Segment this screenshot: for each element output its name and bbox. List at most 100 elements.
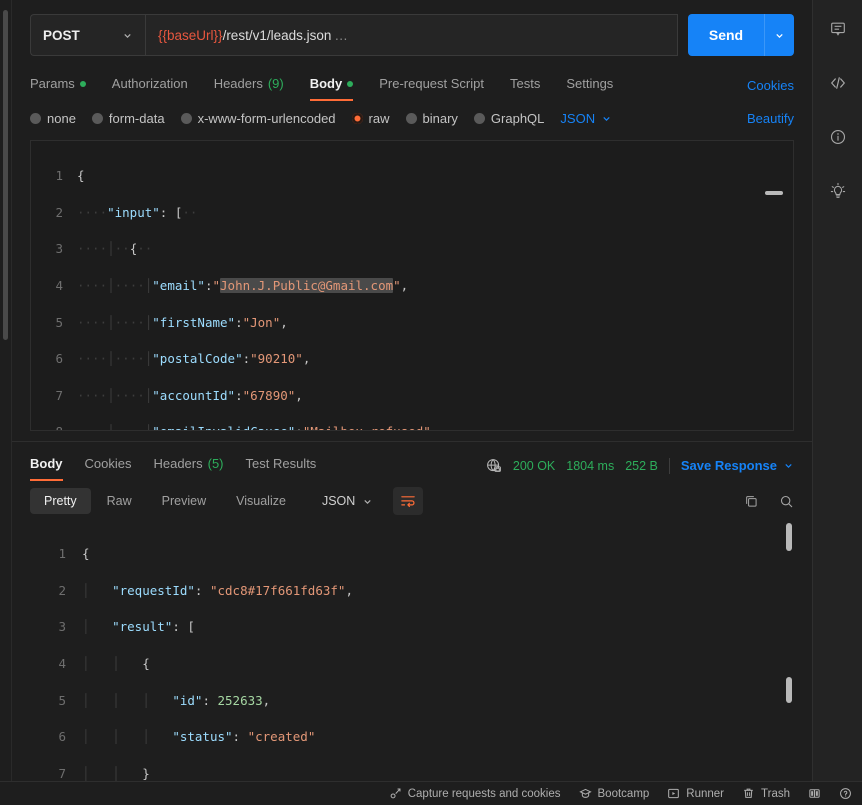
code-icon[interactable]: [821, 66, 855, 100]
app-shell: POST {{baseUrl}}/rest/v1/leads.json… Sen…: [0, 0, 862, 781]
layout-toggle-button[interactable]: [808, 787, 821, 800]
status-bar: Capture requests and cookies Bootcamp Ru…: [0, 781, 862, 805]
body-type-urlencoded[interactable]: x-www-form-urlencoded: [180, 111, 336, 126]
response-body-viewer[interactable]: 1{ 2 │ "requestId": "cdc8#17f661fd63f", 3…: [30, 519, 794, 781]
body-type-label: raw: [368, 111, 390, 126]
line-number: 4: [58, 656, 66, 672]
url-variable: {{baseUrl}}: [158, 27, 223, 43]
url-input[interactable]: {{baseUrl}}/rest/v1/leads.json…: [145, 14, 678, 56]
save-response-label: Save Response: [680, 458, 777, 473]
body-type-raw[interactable]: raw: [351, 111, 390, 126]
help-button[interactable]: [839, 787, 852, 800]
tab-label: Cookies: [84, 456, 132, 471]
runner-icon: [667, 787, 680, 800]
http-method-selector[interactable]: POST: [30, 14, 145, 56]
request-response-pane: POST {{baseUrl}}/rest/v1/leads.json… Sen…: [12, 0, 812, 781]
satellite-icon: [389, 787, 402, 800]
line-number: 1: [58, 546, 66, 562]
response-tab-body[interactable]: Body: [30, 450, 63, 481]
search-icon[interactable]: [779, 494, 794, 509]
headers-count: (9): [267, 76, 284, 91]
response-status: 200 OK: [512, 458, 556, 473]
tab-label: Settings: [566, 76, 614, 91]
line-number: 4: [55, 278, 63, 294]
params-indicator-dot: [79, 80, 86, 87]
body-type-label: form-data: [108, 111, 165, 126]
request-code[interactable]: 1{ 2 ····"input": [·· 3 ····│··{·· 4 ····│·…: [31, 141, 793, 430]
radio-icon: [30, 113, 41, 124]
line-number: 8: [31, 423, 77, 430]
response-tabs: Body Cookies Headers (5) Test Results 20…: [12, 442, 812, 481]
view-mode-visualize[interactable]: Visualize: [222, 488, 300, 514]
response-scrollbar-thumb-bottom[interactable]: [786, 677, 792, 703]
comment-icon[interactable]: [821, 12, 855, 46]
trash-label: Trash: [761, 787, 790, 800]
line-number: 7: [58, 765, 66, 781]
url-ellipsis: …: [334, 27, 348, 43]
save-response-button[interactable]: Save Response: [681, 458, 794, 473]
response-toolbar: Pretty Raw Preview Visualize JSON: [12, 481, 812, 519]
response-tab-cookies[interactable]: Cookies: [85, 450, 132, 481]
tab-label: Headers: [153, 456, 203, 471]
tab-label: Authorization: [111, 76, 188, 91]
body-indicator-dot: [347, 80, 354, 87]
body-format-selector[interactable]: JSON: [560, 111, 612, 126]
response-scrollbar-thumb-top[interactable]: [786, 523, 792, 551]
line-number: 3: [55, 241, 63, 257]
body-type-none[interactable]: none: [30, 111, 76, 126]
cookies-link[interactable]: Cookies: [747, 78, 794, 93]
bootcamp-icon: [578, 787, 592, 800]
tab-pre-request-script[interactable]: Pre-request Script: [379, 70, 484, 101]
tab-headers[interactable]: Headers (9): [214, 70, 284, 101]
line-number: 5: [58, 692, 66, 708]
word-wrap-toggle[interactable]: [393, 487, 424, 515]
copy-icon[interactable]: [744, 494, 759, 509]
request-tabs: Params Authorization Headers (9) Body Pr…: [12, 64, 812, 101]
body-type-form-data[interactable]: form-data: [91, 111, 165, 126]
trash-button[interactable]: Trash: [742, 787, 790, 800]
line-number: 1: [55, 168, 63, 184]
code-line: 3 ····│··{··: [31, 240, 793, 258]
radio-icon: [473, 113, 485, 124]
beautify-button[interactable]: Beautify: [747, 111, 794, 126]
request-body-editor[interactable]: 1{ 2 ····"input": [·· 3 ····│··{·· 4 ····│·…: [30, 140, 794, 431]
tab-label: Pre-request Script: [379, 76, 484, 91]
runner-button[interactable]: Runner: [667, 787, 724, 800]
view-mode-raw[interactable]: Raw: [93, 488, 146, 514]
bootcamp-label: Bootcamp: [597, 787, 650, 800]
response-tool-actions: [744, 494, 794, 509]
radio-icon: [180, 113, 192, 124]
view-mode-preview[interactable]: Preview: [148, 488, 220, 514]
tab-label: Params: [30, 76, 75, 91]
response-time: 1804 ms: [566, 458, 615, 473]
response-format-selector[interactable]: JSON: [312, 488, 383, 514]
body-type-label: x-www-form-urlencoded: [197, 111, 336, 126]
body-type-graphql[interactable]: GraphQL: [473, 111, 544, 126]
tab-tests[interactable]: Tests: [510, 70, 540, 101]
right-sidebar: [812, 0, 862, 781]
info-icon[interactable]: [821, 120, 855, 154]
capture-requests-button[interactable]: Capture requests and cookies: [389, 787, 561, 800]
lightbulb-icon[interactable]: [821, 174, 855, 208]
response-tab-headers[interactable]: Headers (5): [153, 450, 223, 481]
send-options-button[interactable]: [764, 14, 794, 56]
body-type-binary[interactable]: binary: [405, 111, 458, 126]
send-button[interactable]: Send: [688, 14, 764, 56]
tab-settings[interactable]: Settings: [566, 70, 613, 101]
tab-params[interactable]: Params: [30, 70, 86, 101]
radio-icon: [91, 113, 103, 124]
bootcamp-button[interactable]: Bootcamp: [578, 787, 650, 800]
view-mode-pretty[interactable]: Pretty: [30, 488, 91, 514]
line-number: 6: [55, 351, 63, 367]
line-number: 3: [58, 619, 66, 635]
left-scrollbar-thumb[interactable]: [3, 10, 8, 340]
body-format-label: JSON: [560, 111, 596, 126]
secure-globe-icon: [486, 458, 502, 474]
tab-authorization[interactable]: Authorization: [112, 70, 188, 101]
line-number: 7: [55, 387, 63, 403]
body-type-label: none: [47, 111, 76, 126]
request-editor-scroll-mark[interactable]: [765, 191, 783, 195]
response-tab-test-results[interactable]: Test Results: [246, 450, 317, 481]
response-code[interactable]: 1{ 2 │ "requestId": "cdc8#17f661fd63f", 3…: [30, 519, 794, 781]
tab-body[interactable]: Body: [309, 70, 354, 101]
